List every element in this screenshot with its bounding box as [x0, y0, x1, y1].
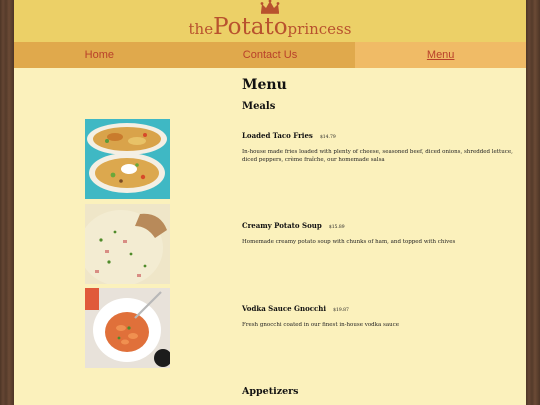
wood-border-left: [0, 0, 14, 405]
brand-logo[interactable]: the Potato princess: [188, 0, 352, 40]
item-price: $14.79: [319, 135, 336, 140]
item-name: Vodka Sauce Gnocchi: [242, 304, 327, 313]
crown-icon: [260, 0, 280, 14]
nav-menu[interactable]: Menu: [355, 42, 526, 68]
item-name: Loaded Taco Fries: [242, 131, 313, 140]
menu-item-loaded-taco-fries: Loaded Taco Fries $14.79 In-house made f…: [242, 123, 524, 165]
site-header: the Potato princess: [14, 0, 526, 42]
menu-item-vodka-sauce-gnocchi: Vodka Sauce Gnocchi $19.87 Fresh gnocchi…: [242, 296, 524, 330]
loaded-taco-fries-photo: [85, 119, 170, 199]
brand-suffix: princess: [287, 20, 352, 38]
menu-content: Menu Meals Loaded Taco Fries $14.79 In-h…: [14, 68, 526, 405]
nav-home[interactable]: Home: [14, 42, 185, 68]
brand-main: Potato: [213, 14, 288, 40]
item-price: $15.89: [328, 225, 345, 230]
creamy-potato-soup-photo: [85, 204, 170, 284]
wood-border-right: [526, 0, 540, 405]
meals-heading: Meals: [242, 101, 276, 112]
appetizers-heading: Appetizers: [242, 386, 299, 397]
menu-item-creamy-potato-soup: Creamy Potato Soup $15.89 Homemade cream…: [242, 213, 524, 247]
brand-prefix: the: [188, 20, 214, 38]
item-name: Creamy Potato Soup: [242, 221, 322, 230]
item-price: $19.87: [333, 308, 349, 313]
menu-title: Menu: [242, 77, 287, 93]
item-description: In-house made fries loaded with plenty o…: [242, 149, 513, 163]
item-description: Homemade creamy potato soup with chunks …: [242, 239, 456, 245]
item-description: Fresh gnocchi coated in our finest in-ho…: [242, 322, 399, 328]
page: the Potato princess Home Contact Us Menu: [14, 0, 526, 405]
vodka-sauce-gnocchi-photo: [85, 288, 170, 368]
main-nav: Home Contact Us Menu: [14, 42, 526, 68]
nav-contact-us[interactable]: Contact Us: [185, 42, 356, 68]
